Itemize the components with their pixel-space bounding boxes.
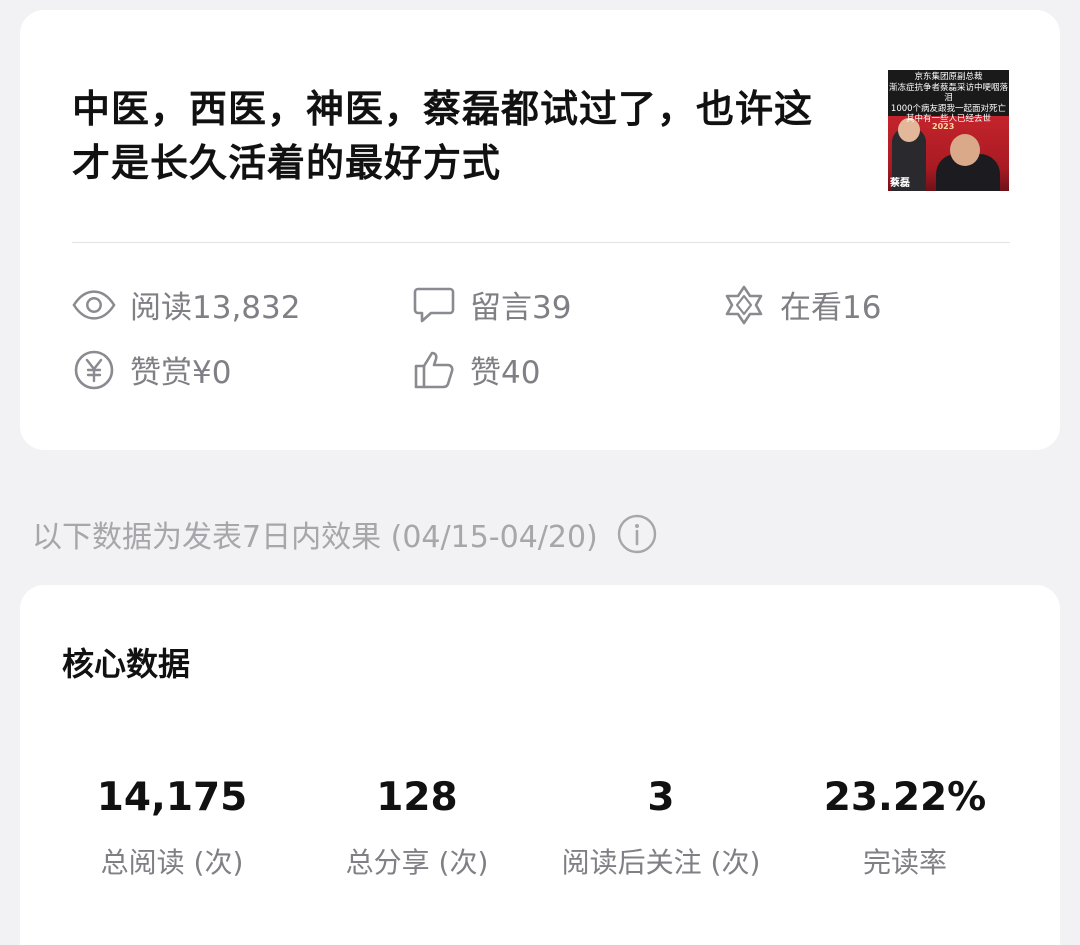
article-card[interactable]: 中医，西医，神医，蔡磊都试过了，也许这才是长久活着的最好方式 京东集团原副总裁 … bbox=[20, 10, 1060, 450]
stat-watching-text: 在看16 bbox=[780, 290, 882, 326]
stat-rewards: 赞赏¥0 bbox=[72, 347, 231, 392]
metric-label: 完读率 bbox=[862, 846, 947, 879]
metric-value: 14,175 bbox=[96, 775, 248, 820]
metric-label: 阅读后关注 (次) bbox=[561, 846, 761, 879]
core-data-title: 核心数据 bbox=[62, 645, 191, 683]
thumbnail-caption: 京东集团原副总裁 渐冻症抗争者蔡磊采访中哽咽落泪 1000个病友跟我一起面对死亡… bbox=[888, 72, 1009, 125]
thumbnail-year: 2023 bbox=[932, 122, 955, 131]
stat-rewards-text: 赞赏¥0 bbox=[130, 355, 232, 391]
metric-follows-after-read: 3 阅读后关注 (次) bbox=[531, 775, 791, 881]
metric-total-reads: 14,175 总阅读 (次) bbox=[42, 775, 302, 881]
stat-reads-text: 阅读13,832 bbox=[130, 290, 301, 326]
thumbnail-caption-line: 渐冻症抗争者蔡磊采访中哽咽落泪 bbox=[888, 82, 1008, 104]
data-period-note: 以下数据为发表7日内效果 (04/15-04/20) bbox=[32, 512, 658, 556]
thumbs-up-icon bbox=[412, 348, 456, 392]
watching-star-icon bbox=[722, 283, 766, 327]
metric-label: 总分享 (次) bbox=[345, 846, 489, 879]
metric-value: 3 bbox=[647, 775, 675, 820]
stat-comments-text: 留言39 bbox=[470, 290, 572, 326]
stat-reads: 阅读13,832 bbox=[72, 282, 300, 327]
metric-value: 128 bbox=[376, 775, 458, 820]
yen-coin-icon bbox=[72, 348, 116, 392]
stat-comments: 留言39 bbox=[412, 282, 571, 327]
thumbnail-name-tag: 蔡磊 bbox=[890, 178, 910, 189]
metric-label: 总阅读 (次) bbox=[100, 846, 244, 879]
eye-icon bbox=[72, 283, 116, 327]
metric-value: 23.22% bbox=[823, 775, 987, 820]
metric-completion-rate: 23.22% 完读率 bbox=[775, 775, 1035, 881]
stat-watching: 在看16 bbox=[722, 282, 881, 327]
metric-total-shares: 128 总分享 (次) bbox=[287, 775, 547, 881]
stat-likes-text: 赞40 bbox=[470, 355, 541, 391]
thumbnail-caption-line: 1000个病友跟我一起面对死亡 bbox=[890, 103, 1007, 114]
article-title: 中医，西医，神医，蔡磊都试过了，也许这才是长久活着的最好方式 bbox=[72, 87, 814, 185]
thumbnail-caption-line: 京东集团原副总裁 bbox=[914, 72, 983, 82]
data-period-note-text: 以下数据为发表7日内效果 (04/15-04/20) bbox=[32, 520, 598, 555]
divider bbox=[72, 242, 1010, 243]
thumbnail-person-right-head bbox=[950, 134, 980, 166]
article-thumbnail: 京东集团原副总裁 渐冻症抗争者蔡磊采访中哽咽落泪 1000个病友跟我一起面对死亡… bbox=[888, 70, 1009, 191]
info-icon[interactable] bbox=[616, 513, 658, 555]
comment-bubble-icon bbox=[412, 283, 456, 327]
stat-likes: 赞40 bbox=[412, 347, 540, 392]
core-data-card: 核心数据 14,175 总阅读 (次) 128 总分享 (次) 3 阅读后关注 … bbox=[20, 585, 1060, 945]
